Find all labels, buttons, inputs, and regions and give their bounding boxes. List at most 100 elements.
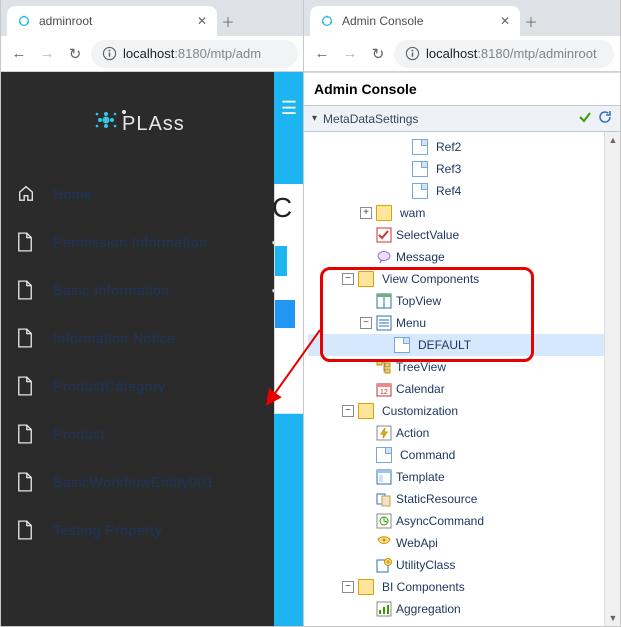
- forward-button[interactable]: →: [338, 42, 362, 66]
- favicon-icon: [17, 14, 31, 28]
- sidebar-item-information-notice[interactable]: Information Notice: [1, 314, 304, 362]
- tree-node-label: Calendar: [396, 382, 445, 396]
- message-icon: [376, 249, 392, 265]
- sidebar-item-basicworkflowentity001[interactable]: BasicWorkflowEntity001: [1, 458, 304, 506]
- scroll-up-icon[interactable]: ▲: [605, 132, 620, 148]
- tree-node-menu[interactable]: −Menu: [308, 312, 620, 334]
- tree-panel: Ref2 Ref3 Ref4 + wam SelectValueMessage − View …: [304, 132, 620, 626]
- tree-node-ref3[interactable]: Ref3: [308, 158, 620, 180]
- browser-window-left: adminroot ✕ ＋ ← → ↻ localhost:8180/mtp/a…: [0, 0, 305, 627]
- address-bar[interactable]: localhost:8180/mtp/adm: [91, 40, 298, 68]
- tree-node-label: Command: [400, 448, 455, 462]
- new-tab-button[interactable]: ＋: [520, 12, 542, 31]
- tree-node-webapi[interactable]: WebApi: [308, 532, 620, 554]
- tree-node-action[interactable]: Action: [308, 422, 620, 444]
- scrollbar[interactable]: ▲ ▼: [604, 132, 620, 626]
- back-button[interactable]: ←: [310, 42, 334, 66]
- collapse-icon[interactable]: −: [342, 405, 354, 417]
- address-path: /mtp/adminroot: [510, 46, 597, 61]
- sidebar-item-basic-information[interactable]: Basic Information•••: [1, 266, 304, 314]
- address-bar[interactable]: localhost:8180/mtp/adminroot: [394, 40, 614, 68]
- browser-tab[interactable]: adminroot ✕: [7, 6, 217, 36]
- viewport-left: ☰ C PLAss HomePermission Information•••B…: [1, 72, 304, 626]
- tree-node-staticresource[interactable]: StaticResource: [308, 488, 620, 510]
- collapse-icon[interactable]: −: [342, 581, 354, 593]
- tree-node-label: View Components: [382, 272, 479, 286]
- tree-node-label: Customization: [382, 404, 458, 418]
- reload-button[interactable]: ↻: [63, 42, 87, 66]
- tree-node-topview[interactable]: TopView: [308, 290, 620, 312]
- forward-button[interactable]: →: [35, 42, 59, 66]
- tree-node-message[interactable]: Message: [308, 246, 620, 268]
- close-tab-icon[interactable]: ✕: [500, 14, 510, 28]
- expand-icon[interactable]: +: [360, 207, 372, 219]
- tree-node-default[interactable]: DEFAULT: [308, 334, 620, 356]
- collapse-icon[interactable]: −: [342, 273, 354, 285]
- tree-node-label: StaticResource: [396, 492, 477, 506]
- home-icon: [17, 184, 35, 204]
- address-port: :8180: [174, 46, 207, 61]
- tree-node-label: WebApi: [396, 536, 438, 550]
- tree-node-utilityclass[interactable]: UtilityClass: [308, 554, 620, 576]
- sidebar-item-label: Home: [53, 185, 288, 203]
- tree-node-label: Template: [396, 470, 445, 484]
- tree-node-wam[interactable]: + wam: [308, 202, 620, 224]
- panel-section-header[interactable]: ▾ MetaDataSettings: [304, 106, 620, 132]
- tree-node-customization[interactable]: − Customization: [308, 400, 620, 422]
- tree-node-bi-components[interactable]: −BI Components: [308, 576, 620, 598]
- toolbar: ← → ↻ localhost:8180/mtp/adminroot: [304, 36, 620, 72]
- document-icon: [17, 376, 35, 396]
- reload-button[interactable]: ↻: [366, 42, 390, 66]
- collapse-icon[interactable]: −: [360, 317, 372, 329]
- check-icon[interactable]: [578, 110, 592, 127]
- hamburger-icon[interactable]: ☰: [281, 98, 297, 119]
- sidebar-item-permission-information[interactable]: Permission Information•••: [1, 218, 304, 266]
- new-tab-button[interactable]: ＋: [217, 12, 239, 31]
- tree-node-label: DEFAULT: [418, 338, 471, 352]
- tree-node-treeview[interactable]: TreeView: [308, 356, 620, 378]
- folder-icon: [376, 205, 392, 221]
- folder-icon: [358, 579, 374, 595]
- back-button[interactable]: ←: [7, 42, 31, 66]
- sidebar-item-label: Basic Information: [53, 281, 254, 299]
- site-info-icon[interactable]: [404, 46, 420, 62]
- sidebar-item-label: ProductCategory: [53, 377, 288, 395]
- tree-node-ref2[interactable]: Ref2: [308, 136, 620, 158]
- tree-node-label: Aggregation: [396, 602, 461, 616]
- close-tab-icon[interactable]: ✕: [197, 14, 207, 28]
- treeview-icon: [376, 359, 392, 375]
- address-path: /mtp/adm: [207, 46, 261, 61]
- site-info-icon[interactable]: [101, 46, 117, 62]
- page-icon: [412, 161, 428, 177]
- tab-bar: Admin Console ✕ ＋: [304, 0, 620, 36]
- refresh-icon[interactable]: [598, 110, 612, 127]
- panel-title: Admin Console: [304, 73, 620, 106]
- logo: PLAss: [1, 72, 304, 170]
- sidebar-item-testing-property[interactable]: Testing Property: [1, 506, 304, 554]
- page-icon: [412, 183, 428, 199]
- async-command-icon: [376, 513, 392, 529]
- tree-node-calendar[interactable]: 12Calendar: [308, 378, 620, 400]
- tree-node-selectvalue[interactable]: SelectValue: [308, 224, 620, 246]
- sidebar-item-productcategory[interactable]: ProductCategory: [1, 362, 304, 410]
- sidebar-item-home[interactable]: Home: [1, 170, 304, 218]
- primary-button-fragment[interactable]: [275, 300, 295, 328]
- sidebar-item-product[interactable]: Product: [1, 410, 304, 458]
- page-icon: [412, 139, 428, 155]
- select-value-icon: [376, 227, 392, 243]
- heading-fragment: C: [272, 192, 292, 224]
- tree-node-asynccommand[interactable]: AsyncCommand: [308, 510, 620, 532]
- tree-node-view-components[interactable]: − View Components: [308, 268, 620, 290]
- tree-node-aggregation[interactable]: Aggregation: [308, 598, 620, 620]
- tree-node-label: Ref3: [436, 162, 461, 176]
- iplass-logo-icon: PLAss: [88, 100, 218, 146]
- page-icon: [394, 337, 410, 353]
- scroll-down-icon[interactable]: ▼: [605, 610, 620, 626]
- tree-node-command[interactable]: Command: [308, 444, 620, 466]
- tree-node-label: wam: [400, 206, 425, 220]
- address-host: localhost: [123, 46, 174, 61]
- tree-node-ref4[interactable]: Ref4: [308, 180, 620, 202]
- favicon-icon: [320, 14, 334, 28]
- tree-node-template[interactable]: Template: [308, 466, 620, 488]
- browser-tab[interactable]: Admin Console ✕: [310, 6, 520, 36]
